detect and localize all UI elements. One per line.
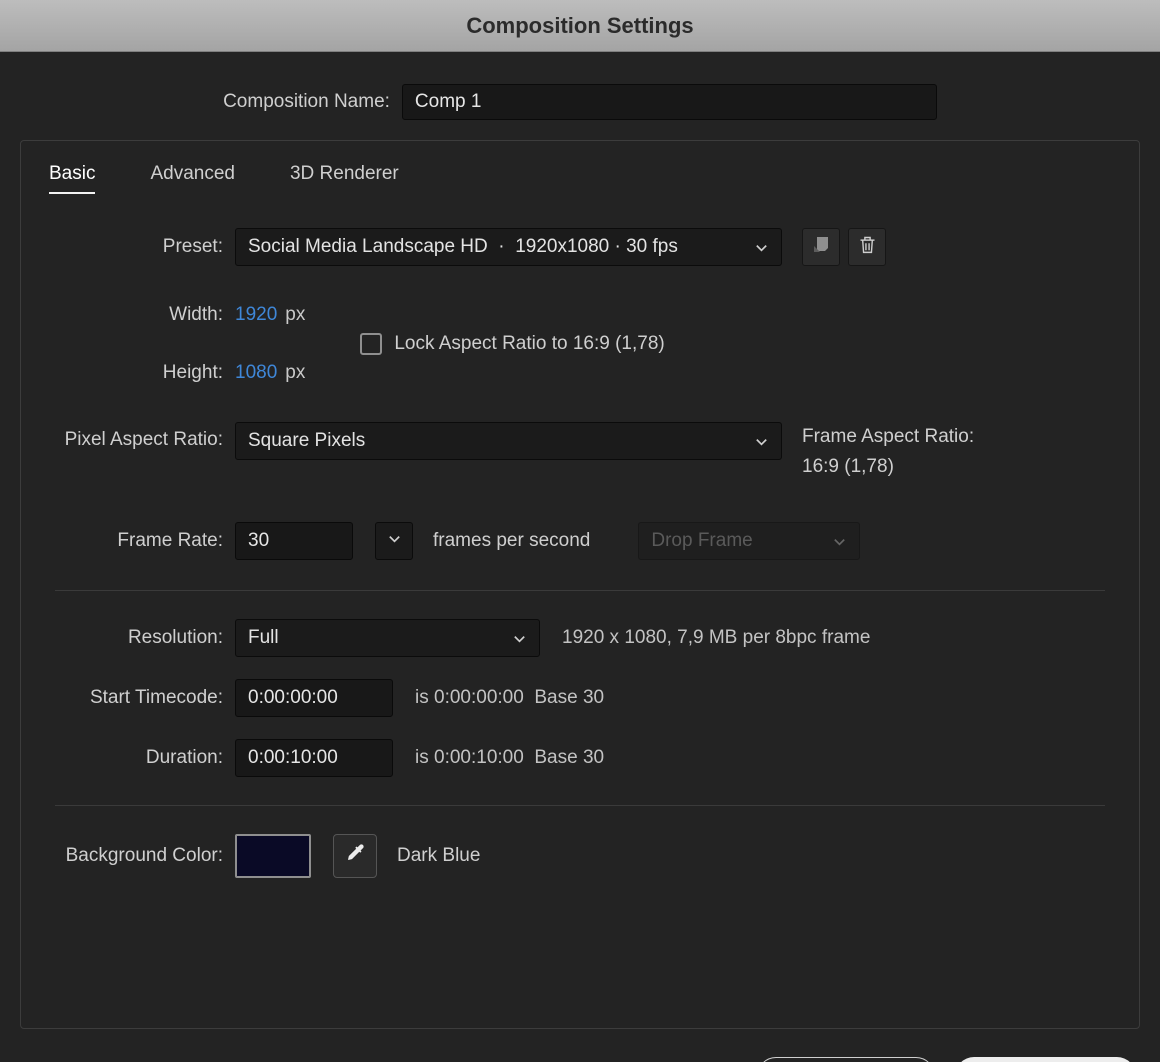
start-timecode-info: is 0:00:00:00 Base 30 [415,687,605,708]
cancel-button[interactable]: Cancel [757,1057,935,1062]
dialog-titlebar: Composition Settings [0,0,1160,52]
composition-name-label: Composition Name: [223,91,390,112]
resolution-label: Resolution: [127,627,223,648]
background-color-label: Background Color: [65,845,223,866]
height-value[interactable]: 1080 [235,362,277,384]
chevron-down-icon [754,434,769,449]
frame-aspect-value: 16:9 (1,78) [802,456,894,477]
footer-buttons: Cancel OK [757,1057,1136,1062]
pixel-aspect-row: Pixel Aspect Ratio: Square Pixels Frame … [35,422,1125,482]
tab-advanced[interactable]: Advanced [150,163,235,194]
chevron-down-icon [832,534,847,549]
pixel-aspect-dropdown[interactable]: Square Pixels [235,422,782,460]
lock-aspect-label: Lock Aspect Ratio to 16:9 (1,78) [394,333,665,354]
duration-info: is 0:00:10:00 Base 30 [415,747,605,768]
frame-aspect-label: Frame Aspect Ratio: [802,426,975,447]
frame-aspect-block: Frame Aspect Ratio: 16:9 (1,78) [802,422,974,482]
lock-aspect-checkbox[interactable] [360,333,383,355]
frames-per-second-label: frames per second [433,530,591,551]
section-divider [55,805,1105,806]
dimensions-block: Width: 1920 px Height: 1080 px Lock Aspe… [35,300,1125,388]
width-row: Width: 1920 px [35,300,305,330]
trash-icon [857,234,878,261]
height-row: Height: 1080 px [35,358,306,388]
preset-label: Preset: [162,236,223,257]
height-unit: px [285,362,306,383]
preset-row: Preset: Social Media Landscape HD · 1920… [35,228,1125,266]
tab-bar: Basic Advanced 3D Renderer [49,163,1125,194]
start-timecode-row: Start Timecode: is 0:00:00:00 Base 30 [35,679,1125,717]
frame-rate-dropdown-button[interactable] [375,522,413,560]
height-label: Height: [162,362,223,383]
background-color-name: Dark Blue [397,845,481,866]
delete-preset-button[interactable] [848,228,886,266]
pixel-aspect-value: Square Pixels [248,430,366,451]
width-value[interactable]: 1920 [235,304,277,326]
composition-name-row: Composition Name: [0,82,1160,122]
lock-aspect-group: Lock Aspect Ratio to 16:9 (1,78) [360,333,665,355]
eyedropper-icon [344,842,366,870]
settings-panel: Basic Advanced 3D Renderer Preset: Socia… [20,140,1140,1029]
save-preset-icon [811,234,831,260]
resolution-dropdown[interactable]: Full [235,619,540,657]
pixel-aspect-label: Pixel Aspect Ratio: [64,429,223,450]
preset-dropdown[interactable]: Social Media Landscape HD · 1920x1080 · … [235,228,782,266]
resolution-value: Full [248,627,279,648]
chevron-down-icon [512,631,527,646]
resolution-info: 1920 x 1080, 7,9 MB per 8bpc frame [562,627,871,648]
frame-rate-input[interactable] [235,522,353,560]
width-unit: px [285,304,306,325]
start-timecode-input[interactable] [235,679,393,717]
tab-basic[interactable]: Basic [49,163,96,194]
background-color-swatch[interactable] [235,834,311,878]
drop-frame-value: Drop Frame [651,530,753,551]
resolution-row: Resolution: Full 1920 x 1080, 7,9 MB per… [35,619,1125,657]
composition-name-input[interactable] [401,84,937,120]
background-color-row: Background Color: Dark Blue [35,834,1125,878]
start-timecode-label: Start Timecode: [89,687,223,708]
section-divider [55,590,1105,591]
ok-button[interactable]: OK [955,1057,1136,1062]
eyedropper-button[interactable] [333,834,377,878]
duration-label: Duration: [145,747,223,768]
duration-input[interactable] [235,739,393,777]
duration-row: Duration: is 0:00:10:00 Base 30 [35,739,1125,777]
save-preset-button[interactable] [802,228,840,266]
tab-3d-renderer[interactable]: 3D Renderer [290,163,399,194]
preset-value: Social Media Landscape HD · 1920x1080 · … [248,236,678,257]
dialog-footer: Preview Cancel OK [0,1057,1160,1062]
frame-rate-row: Frame Rate: frames per second Drop Frame [35,522,1125,560]
frame-rate-label: Frame Rate: [117,530,223,551]
chevron-down-icon [387,530,402,552]
drop-frame-dropdown: Drop Frame [638,522,861,560]
width-label: Width: [169,304,223,325]
chevron-down-icon [754,240,769,255]
dialog-title: Composition Settings [466,12,694,38]
